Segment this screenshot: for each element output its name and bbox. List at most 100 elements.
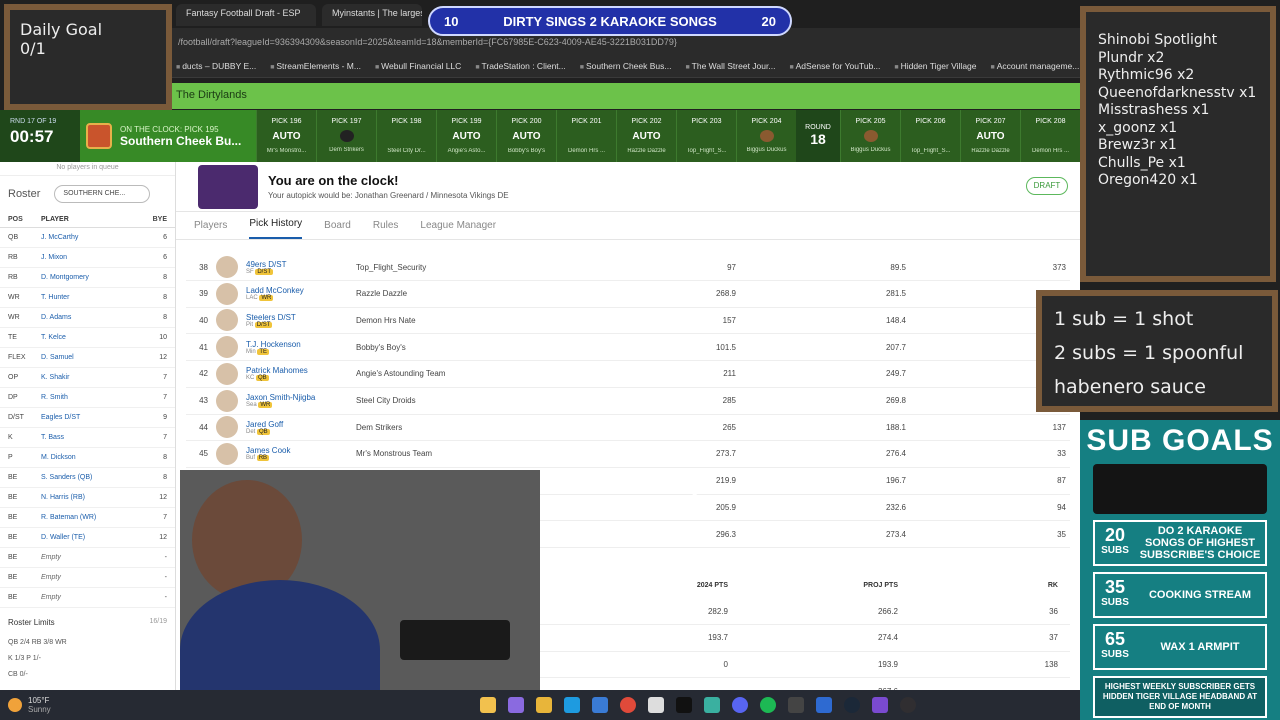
bookmark-item[interactable]: AdSense for YouTub... [789,61,881,72]
pick-slot[interactable]: PICK 197 Dem Strikers [316,110,376,162]
roster-row[interactable]: BE D. Waller (TE) 12 [0,528,175,548]
pick-row[interactable]: 45 James Cook Buf RB Mr's Monstrous Team 273… [186,441,1070,468]
browser-tab-myinstants[interactable]: Myinstants | The larges [322,4,422,26]
team-select[interactable]: SOUTHERN CHE... [54,185,151,203]
roster-player[interactable]: S. Sanders (QB) [41,474,151,481]
bookmark-item[interactable]: TradeStation : Client... [475,61,566,72]
roster-player[interactable]: N. Harris (RB) [41,494,151,501]
roster-row[interactable]: TE T. Kelce 10 [0,328,175,348]
pick-slot[interactable]: PICK 200 AUTO Bobby's Boy's [496,110,556,162]
copilot-icon[interactable] [508,697,524,713]
roster-player[interactable]: Empty [41,594,151,601]
app-icon[interactable] [816,697,832,713]
player-name[interactable]: Patrick Mahomes [246,366,356,375]
roster-row[interactable]: K T. Bass 7 [0,428,175,448]
bookmark-item[interactable]: Southern Cheek Bus... [580,61,672,72]
roster-row[interactable]: WR T. Hunter 8 [0,288,175,308]
roster-player[interactable]: D. Samuel [41,354,151,361]
roster-player[interactable]: J. McCarthy [41,234,151,241]
tab-players[interactable]: Players [194,220,227,239]
roster-player[interactable]: D. Montgomery [41,274,151,281]
roster-row[interactable]: BE N. Harris (RB) 12 [0,488,175,508]
roster-row[interactable]: FLEX D. Samuel 12 [0,348,175,368]
bookmark-item[interactable]: Account manageme... [991,61,1080,72]
pick-row[interactable]: 44 Jared Goff Det QB Dem Strikers 265 188.1 13… [186,414,1070,442]
roster-row[interactable]: BE Empty - [0,548,175,568]
store-icon[interactable] [592,697,608,713]
bookmark-item[interactable]: Webull Financial LLC [375,61,461,72]
roster-player[interactable]: T. Kelce [41,334,151,341]
pick-row[interactable]: 39 Ladd McConkey LAC WR Razzle Dazzle 268.9 2… [186,281,1070,308]
roster-row[interactable]: QB J. McCarthy 6 [0,228,175,248]
tab-rules[interactable]: Rules [373,220,399,239]
app-icon[interactable] [788,697,804,713]
roster-player[interactable]: D. Adams [41,314,151,321]
roster-row[interactable]: WR D. Adams 8 [0,308,175,328]
roster-player[interactable]: R. Bateman (WR) [41,514,151,521]
obs-icon[interactable] [900,697,916,713]
app-icon[interactable] [704,697,720,713]
roster-row[interactable]: BE R. Bateman (WR) 7 [0,508,175,528]
roster-row[interactable]: BE Empty - [0,568,175,588]
roster-player[interactable]: J. Mixon [41,254,151,261]
pick-slot[interactable]: PICK 203 Top_Flight_S... [676,110,736,162]
folder-icon[interactable] [536,697,552,713]
tab-board[interactable]: Board [324,220,351,239]
pick-row[interactable]: 38 49ers D/ST SF D/ST Top_Flight_Security 97… [186,254,1070,281]
tab-league-manager[interactable]: League Manager [420,220,496,239]
roster-row[interactable]: DP R. Smith 7 [0,388,175,408]
roster-player[interactable]: D. Waller (TE) [41,534,151,541]
terminal-icon[interactable] [676,697,692,713]
player-name[interactable]: Jared Goff [246,420,356,429]
pick-slot[interactable]: PICK 207 AUTO Razzle Dazzle [960,110,1020,162]
roster-row[interactable]: RB J. Mixon 6 [0,248,175,268]
pick-slot[interactable]: PICK 201 Demon Hrs ... [556,110,616,162]
spotify-icon[interactable] [760,697,776,713]
player-name[interactable]: Jaxon Smith-Njigba [246,393,356,402]
chrome-icon[interactable] [620,697,636,713]
bookmark-item[interactable]: The Wall Street Jour... [685,61,776,72]
roster-player[interactable]: T. Bass [41,434,151,441]
roster-player[interactable]: K. Shakir [41,374,151,381]
player-name[interactable]: Ladd McConkey [246,286,356,295]
roster-player[interactable]: R. Smith [41,394,151,401]
pick-row[interactable]: 43 Jaxon Smith-Njigba Sea WR Steel City Dro… [186,388,1070,415]
roster-row[interactable]: BE S. Sanders (QB) 8 [0,468,175,488]
roster-player[interactable]: T. Hunter [41,294,151,301]
edge-icon[interactable] [564,697,580,713]
pick-slot[interactable]: PICK 202 AUTO Razzle Dazzle [616,110,676,162]
pick-slot[interactable]: PICK 205 Biggus Duckus [840,110,900,162]
roster-player[interactable]: Eagles D/ST [41,414,151,421]
steam-icon[interactable] [844,697,860,713]
draft-button[interactable]: DRAFT [1026,177,1068,195]
roster-player[interactable]: Empty [41,574,151,581]
browser-tab-espn[interactable]: Fantasy Football Draft - ESP [176,4,316,26]
pick-row[interactable]: 40 Steelers D/ST Pit D/ST Demon Hrs Nate 157… [186,307,1070,335]
tab-pick-history[interactable]: Pick History [249,218,303,239]
pick-row[interactable]: 42 Patrick Mahomes KC QB Angie's Astounding… [186,361,1070,388]
bookmark-item[interactable]: StreamElements - M... [270,61,361,72]
roster-row[interactable]: RB D. Montgomery 8 [0,268,175,288]
pick-slot[interactable]: PICK 199 AUTO Angie's Asto... [436,110,496,162]
file-explorer-icon[interactable] [480,697,496,713]
pick-slot[interactable]: PICK 204 Biggus Duckus [736,110,796,162]
roster-row[interactable]: P M. Dickson 8 [0,448,175,468]
roster-player[interactable]: M. Dickson [41,454,151,461]
pick-slot[interactable]: PICK 198 Steel City Dr... [376,110,436,162]
pick-slot[interactable]: PICK 208 Demon Hrs ... [1020,110,1080,162]
roster-row[interactable]: OP K. Shakir 7 [0,368,175,388]
notepad-icon[interactable] [648,697,664,713]
player-name[interactable]: 49ers D/ST [246,260,356,269]
pick-row[interactable]: 41 T.J. Hockenson Min TE Bobby's Boy's 101.5… [186,334,1070,362]
roster-row[interactable]: D/ST Eagles D/ST 9 [0,408,175,428]
pick-slot[interactable]: PICK 206 Top_Flight_S... [900,110,960,162]
bookmark-item[interactable]: ducts – DUBBY E... [176,61,256,72]
app-icon[interactable] [872,697,888,713]
roster-player[interactable]: Empty [41,554,151,561]
bookmark-item[interactable]: Hidden Tiger Village [894,61,977,72]
discord-icon[interactable] [732,697,748,713]
pick-slot[interactable]: PICK 196 AUTO Mr's Monstro... [256,110,316,162]
player-name[interactable]: T.J. Hockenson [246,340,356,349]
roster-row[interactable]: BE Empty - [0,588,175,608]
weather-widget[interactable]: 105°F Sunny [0,696,80,714]
